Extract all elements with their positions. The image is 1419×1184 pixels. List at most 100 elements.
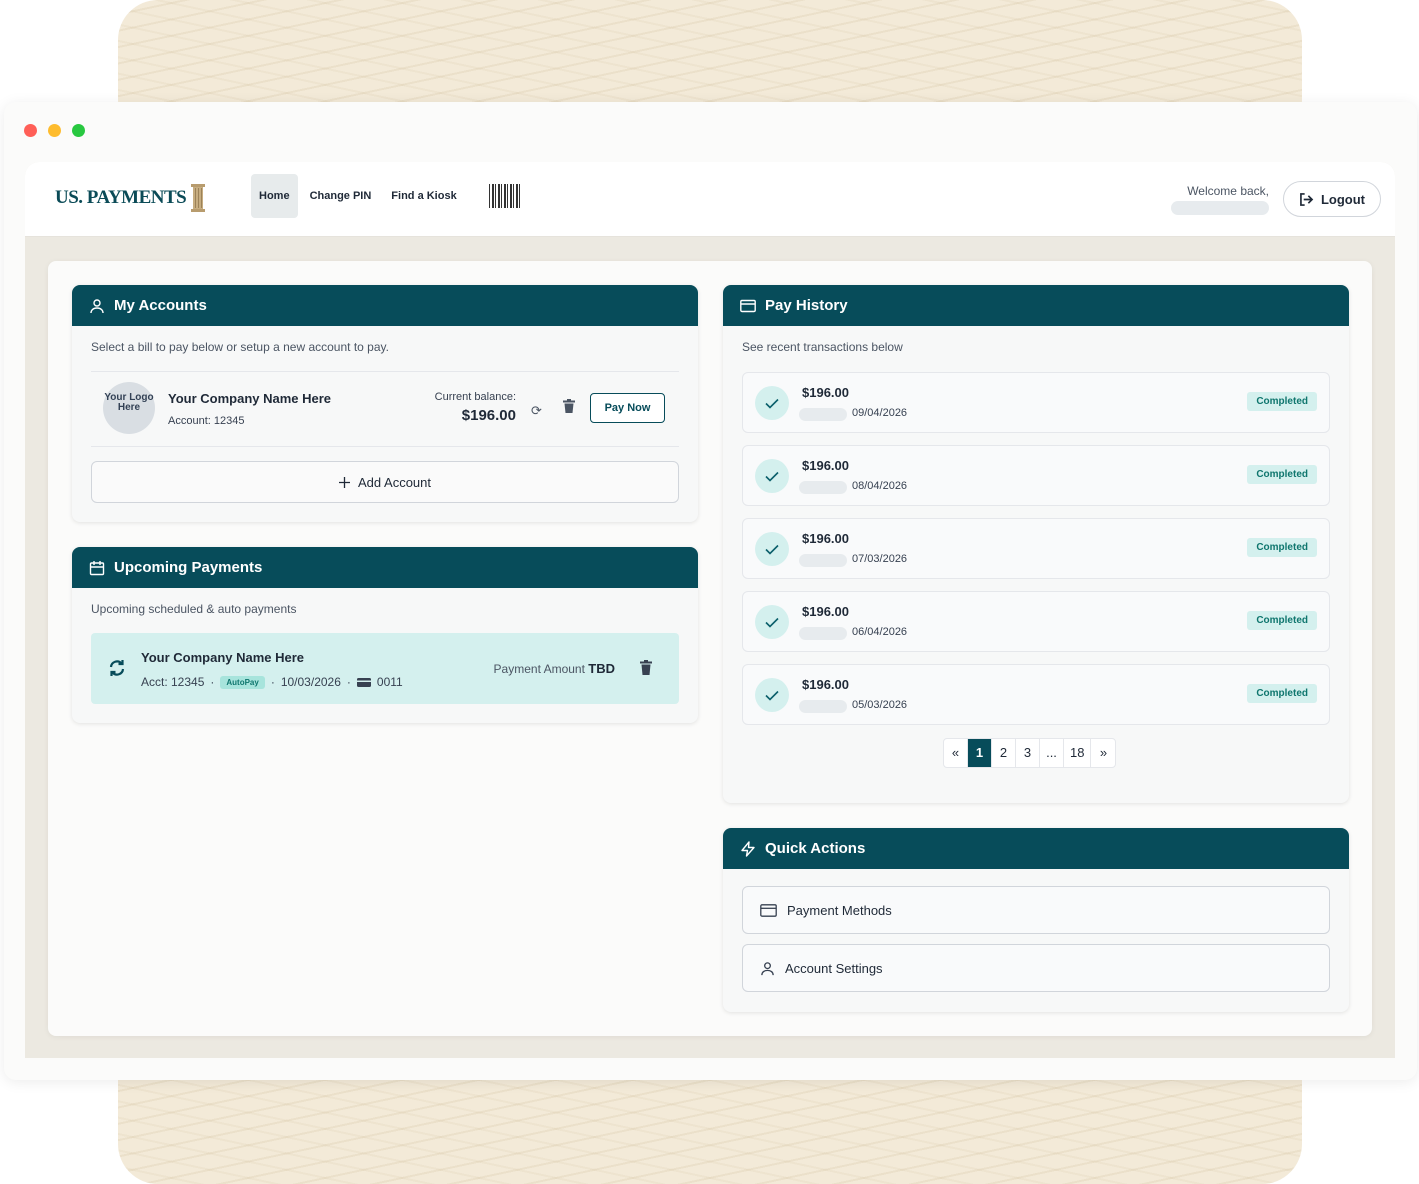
pay-now-button[interactable]: Pay Now xyxy=(590,393,665,423)
refresh-icon[interactable]: ⟳ xyxy=(531,403,542,419)
check-icon xyxy=(755,386,789,420)
quick-actions-title: Quick Actions xyxy=(765,840,866,857)
account-company-name: Your Company Name Here xyxy=(168,391,332,406)
separator-dot: · xyxy=(346,675,351,689)
history-date: 06/04/2026 xyxy=(852,626,908,638)
history-item[interactable]: $196.00 06/04/2026 Completed xyxy=(742,591,1330,652)
nav-home[interactable]: Home xyxy=(251,174,298,218)
check-icon xyxy=(755,459,789,493)
history-placeholder xyxy=(799,408,847,421)
payment-methods-label: Payment Methods xyxy=(787,902,892,918)
quick-actions-card: Quick Actions Payment Methods Account Se… xyxy=(723,828,1349,1012)
user-icon xyxy=(761,961,774,975)
balance-label: Current balance: xyxy=(434,391,516,403)
page-1[interactable]: 1 xyxy=(968,739,992,767)
page-2[interactable]: 2 xyxy=(992,739,1016,767)
page-ellipsis: ... xyxy=(1040,739,1064,767)
history-placeholder xyxy=(799,554,847,567)
history-placeholder xyxy=(799,700,847,713)
pay-history-header: Pay History xyxy=(723,285,1349,326)
user-icon xyxy=(90,298,104,313)
brand-logo[interactable]: US. PAYMENTS xyxy=(55,184,206,212)
logout-button[interactable]: Logout xyxy=(1283,181,1381,217)
upcoming-account: Acct: 12345 xyxy=(141,675,205,689)
upcoming-amount: Payment Amount TBD xyxy=(494,661,615,676)
page-18[interactable]: 18 xyxy=(1064,739,1092,767)
history-date: 09/04/2026 xyxy=(852,407,908,419)
window-controls xyxy=(24,124,85,137)
history-placeholder xyxy=(799,481,847,494)
upcoming-payments-header: Upcoming Payments xyxy=(72,547,698,588)
plus-icon xyxy=(339,476,350,488)
status-badge: Completed xyxy=(1247,465,1317,484)
history-item[interactable]: $196.00 07/03/2026 Completed xyxy=(742,518,1330,579)
main-content: My Accounts Select a bill to pay below o… xyxy=(48,261,1372,1036)
top-navbar: US. PAYMENTS Home Change PIN Find a Kios… xyxy=(25,162,1395,237)
barcode-icon[interactable] xyxy=(488,184,521,208)
logout-icon xyxy=(1300,192,1314,206)
welcome-text: Welcome back, xyxy=(1187,184,1269,198)
close-dot[interactable] xyxy=(24,124,37,137)
history-date: 07/03/2026 xyxy=(852,553,908,565)
upcoming-payment-row[interactable]: Your Company Name Here Acct: 12345 · Aut… xyxy=(91,633,679,704)
main-nav: Home Change PIN Find a Kiosk xyxy=(251,174,521,218)
nav-find-kiosk[interactable]: Find a Kiosk xyxy=(383,174,464,218)
status-badge: Completed xyxy=(1247,611,1317,630)
check-icon xyxy=(755,605,789,639)
my-accounts-subtitle: Select a bill to pay below or setup a ne… xyxy=(91,340,389,354)
pay-history-card: Pay History See recent transactions belo… xyxy=(723,285,1349,803)
lightning-icon xyxy=(741,840,755,857)
credit-card-icon xyxy=(740,299,756,312)
amount-label: Payment Amount xyxy=(493,662,585,676)
calendar-icon xyxy=(89,560,105,575)
pagination: « 1 2 3 ... 18 » xyxy=(943,738,1117,768)
user-name-placeholder xyxy=(1171,201,1269,215)
upcoming-company-name: Your Company Name Here xyxy=(141,650,305,665)
history-amount: $196.00 xyxy=(802,458,849,473)
page-3[interactable]: 3 xyxy=(1016,739,1040,767)
delete-icon[interactable] xyxy=(640,660,652,675)
history-date: 05/03/2026 xyxy=(852,699,908,711)
minimize-dot[interactable] xyxy=(48,124,61,137)
history-amount: $196.00 xyxy=(802,531,849,546)
pay-history-subtitle: See recent transactions below xyxy=(742,340,903,354)
app-frame: US. PAYMENTS Home Change PIN Find a Kios… xyxy=(25,162,1395,1058)
account-settings-label: Account Settings xyxy=(785,960,883,976)
delete-icon[interactable] xyxy=(563,399,575,413)
upcoming-card-last4: 0011 xyxy=(376,675,403,689)
autopay-badge: AutoPay xyxy=(220,675,265,689)
page-next[interactable]: » xyxy=(1091,739,1115,767)
payment-methods-button[interactable]: Payment Methods xyxy=(742,886,1330,934)
history-item[interactable]: $196.00 08/04/2026 Completed xyxy=(742,445,1330,506)
history-item[interactable]: $196.00 09/04/2026 Completed xyxy=(742,372,1330,433)
my-accounts-header: My Accounts xyxy=(72,285,698,326)
pay-history-title: Pay History xyxy=(765,297,848,314)
maximize-dot[interactable] xyxy=(72,124,85,137)
status-badge: Completed xyxy=(1247,392,1317,411)
upcoming-date: 10/03/2026 xyxy=(280,675,341,689)
my-accounts-card: My Accounts Select a bill to pay below o… xyxy=(72,285,698,522)
separator-dot: · xyxy=(270,675,275,689)
account-row[interactable]: Your Logo Here Your Company Name Here Ac… xyxy=(91,371,679,447)
nav-change-pin[interactable]: Change PIN xyxy=(302,174,380,218)
history-amount: $196.00 xyxy=(802,604,849,619)
column-icon xyxy=(191,184,206,212)
add-account-button[interactable]: Add Account xyxy=(91,461,679,503)
card-icon xyxy=(356,677,371,687)
history-amount: $196.00 xyxy=(802,385,849,400)
status-badge: Completed xyxy=(1247,538,1317,557)
page-prev[interactable]: « xyxy=(944,739,968,767)
credit-card-icon xyxy=(760,903,777,917)
balance-value: $196.00 xyxy=(461,407,516,424)
history-item[interactable]: $196.00 05/03/2026 Completed xyxy=(742,664,1330,725)
add-account-label: Add Account xyxy=(358,474,431,490)
account-settings-button[interactable]: Account Settings xyxy=(742,944,1330,992)
history-date: 08/04/2026 xyxy=(852,480,908,492)
check-icon xyxy=(755,678,789,712)
company-logo-placeholder: Your Logo Here xyxy=(103,382,155,434)
separator-dot: · xyxy=(210,675,215,689)
upcoming-payments-title: Upcoming Payments xyxy=(114,559,263,576)
brand-text: US. PAYMENTS xyxy=(55,187,187,208)
check-icon xyxy=(755,532,789,566)
upcoming-payments-subtitle: Upcoming scheduled & auto payments xyxy=(91,602,297,616)
